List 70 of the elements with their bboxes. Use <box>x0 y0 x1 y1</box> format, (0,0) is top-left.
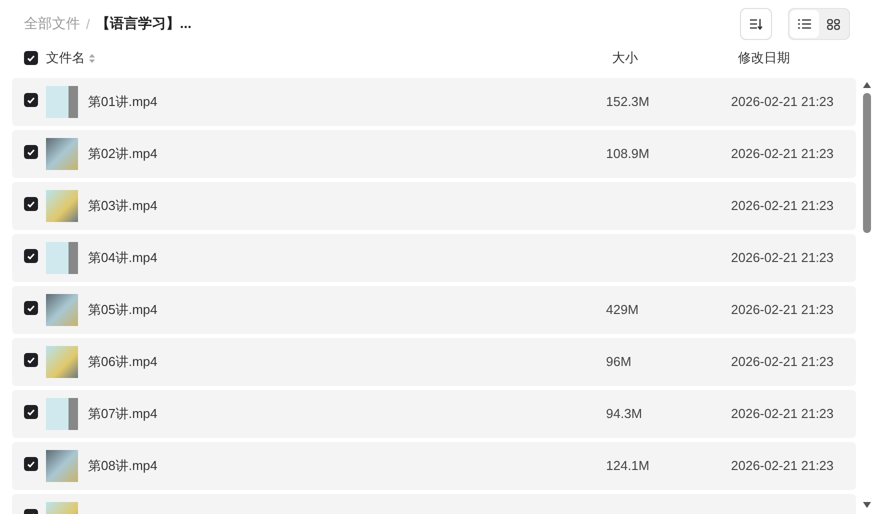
column-header[interactable]: 文件名 <box>46 49 85 67</box>
file-row[interactable]: 第08讲.mp4 124.1M 2026-02-21 21:23 <box>12 442 856 490</box>
check-icon <box>27 252 35 260</box>
row-checkbox[interactable] <box>24 457 38 471</box>
modified-date: 2026-02-21 21:23 <box>731 457 835 475</box>
video-thumbnail <box>46 138 78 170</box>
row-checkbox[interactable] <box>24 353 38 367</box>
sort-icon <box>749 18 763 30</box>
video-thumbnail <box>46 86 78 118</box>
scrollbar-thumb[interactable] <box>863 93 871 233</box>
modified-date: 2026-02-21 21:23 <box>731 249 835 267</box>
video-thumbnail <box>46 242 78 274</box>
check-icon <box>27 460 35 468</box>
file-name: 第01讲.mp4 <box>88 93 158 111</box>
row-checkbox[interactable] <box>24 301 38 315</box>
column-header: 大小 <box>612 49 639 67</box>
check-icon <box>27 304 35 312</box>
row-checkbox[interactable] <box>24 93 38 107</box>
video-thumbnail <box>46 346 78 378</box>
column-header: 修改日期 <box>738 49 791 67</box>
select-all-checkbox[interactable] <box>24 51 38 65</box>
grid-icon <box>827 18 840 30</box>
check-icon <box>27 148 35 156</box>
breadcrumb-separator: / <box>86 16 90 32</box>
video-thumbnail <box>46 450 78 482</box>
list-icon <box>798 19 811 29</box>
file-row[interactable]: 第07讲.mp4 94.3M 2026-02-21 21:23 <box>12 390 856 438</box>
file-size: 152.3M <box>606 93 650 111</box>
scroll-up-icon[interactable] <box>863 82 871 88</box>
file-name: 第05讲.mp4 <box>88 301 158 319</box>
row-checkbox[interactable] <box>24 249 38 263</box>
video-thumbnail <box>46 294 78 326</box>
row-checkbox[interactable] <box>24 197 38 211</box>
file-row[interactable]: 第06讲.mp4 96M 2026-02-21 21:23 <box>12 338 856 386</box>
file-name: 第03讲.mp4 <box>88 197 158 215</box>
file-row[interactable]: 第01讲.mp4 152.3M 2026-02-21 21:23 <box>12 78 856 126</box>
file-size: 429M <box>606 301 640 319</box>
file-row[interactable]: 第04讲.mp4 2026-02-21 21:23 <box>12 234 856 282</box>
file-name: 第04讲.mp4 <box>88 249 158 267</box>
modified-date: 2026-02-21 21:23 <box>731 93 835 111</box>
file-size: 94.3M <box>606 405 644 423</box>
check-icon <box>27 96 35 104</box>
file-size: 96M <box>606 353 632 371</box>
modified-date: 2026-02-21 21:23 <box>731 405 835 423</box>
sort-button[interactable] <box>740 8 772 40</box>
file-row[interactable]: 第02讲.mp4 108.9M 2026-02-21 21:23 <box>12 130 856 178</box>
breadcrumb-item[interactable]: 【语言学习】... <box>96 15 192 33</box>
file-row[interactable]: 第03讲.mp4 2026-02-21 21:23 <box>12 182 856 230</box>
modified-date: 2026-02-21 21:23 <box>731 145 835 163</box>
check-icon <box>27 200 35 208</box>
file-row[interactable]: 第05讲.mp4 429M 2026-02-21 21:23 <box>12 286 856 334</box>
file-name: 第06讲.mp4 <box>88 353 158 371</box>
modified-date: 2026-02-21 21:23 <box>731 197 835 215</box>
file-size: 124.1M <box>606 457 650 475</box>
modified-date: 2026-02-21 21:23 <box>731 301 835 319</box>
scroll-down-icon[interactable] <box>863 502 871 508</box>
file-name: 第07讲.mp4 <box>88 405 158 423</box>
sort-arrows-icon <box>89 52 95 64</box>
row-checkbox[interactable] <box>24 145 38 159</box>
check-icon <box>27 408 35 416</box>
list-view-button[interactable] <box>790 10 819 38</box>
file-name: 第02讲.mp4 <box>88 145 158 163</box>
modified-date: 2026-02-21 21:23 <box>731 353 835 371</box>
file-name: 第08讲.mp4 <box>88 457 158 475</box>
file-size: 108.9M <box>606 145 650 163</box>
video-thumbnail <box>46 190 78 222</box>
check-icon <box>27 356 35 364</box>
check-icon <box>27 54 35 62</box>
row-checkbox[interactable] <box>24 405 38 419</box>
video-thumbnail <box>46 398 78 430</box>
